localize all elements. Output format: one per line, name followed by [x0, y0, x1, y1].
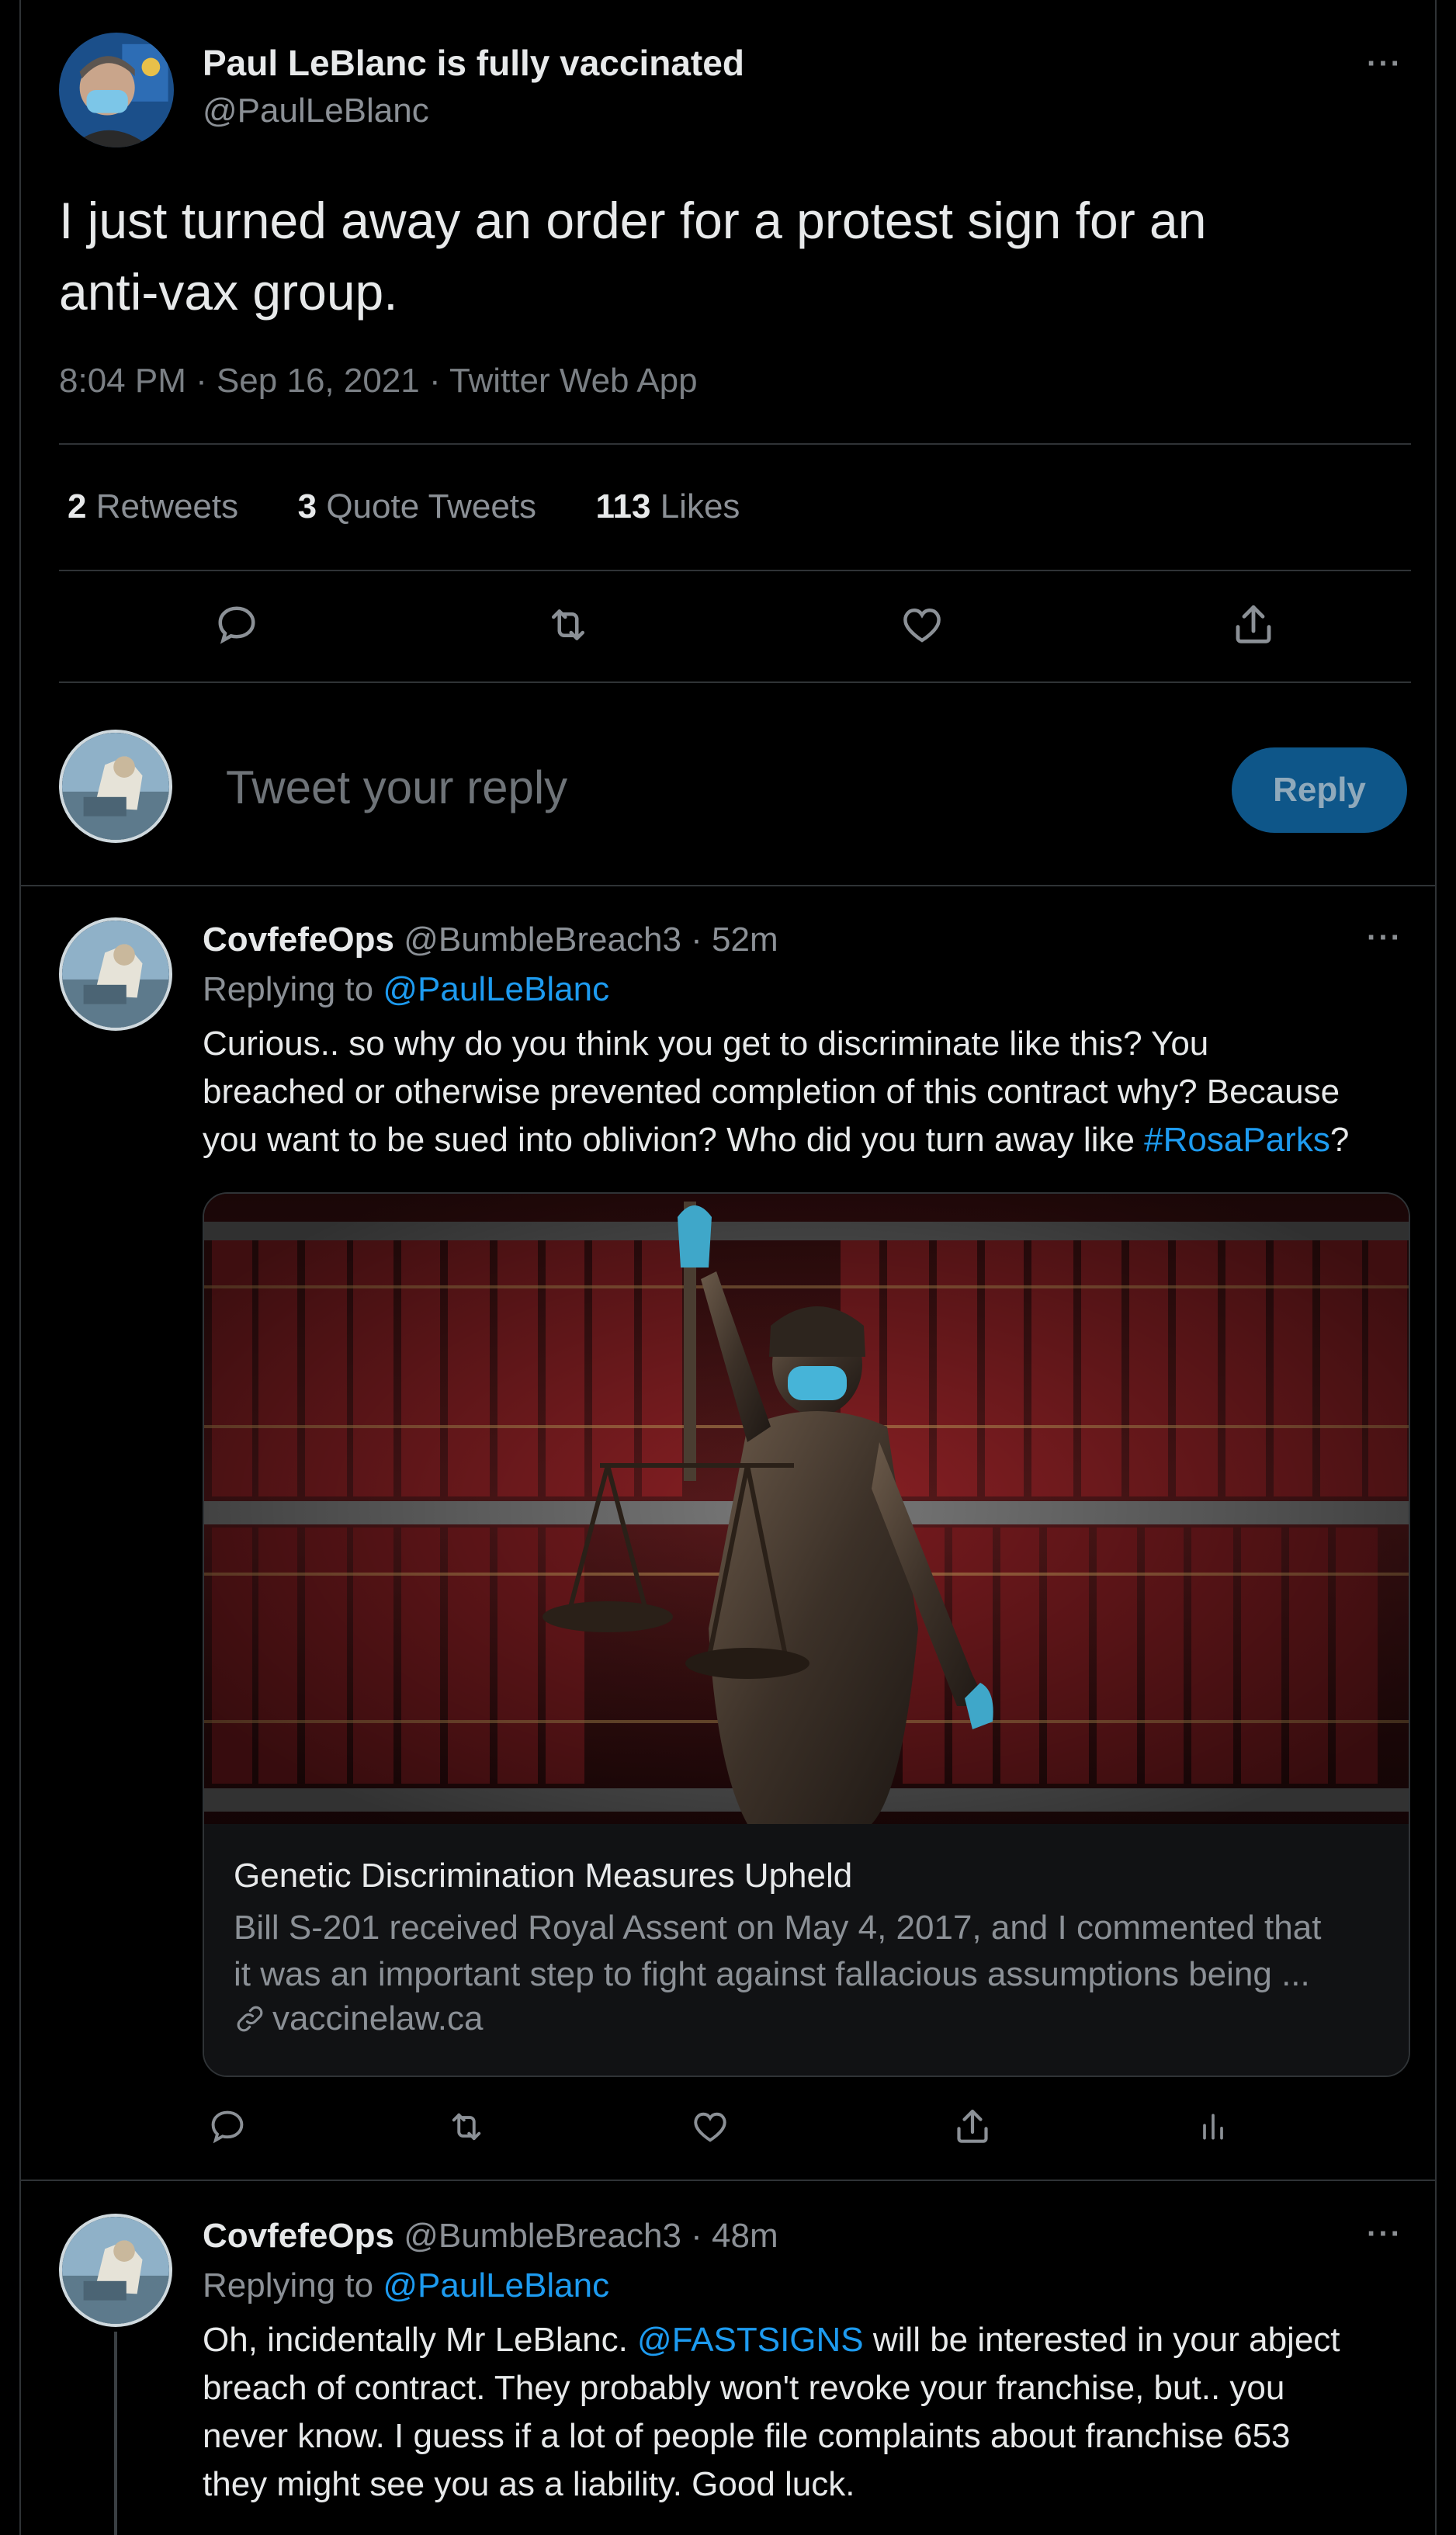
- divider: [21, 885, 1435, 886]
- mention-link[interactable]: @FASTSIGNS: [637, 2321, 864, 2359]
- author-avatar[interactable]: [59, 33, 174, 147]
- composer-avatar[interactable]: [59, 730, 172, 843]
- replying-to: Replying to @PaulLeBlanc: [203, 2266, 609, 2305]
- likes-count: 113: [595, 487, 651, 525]
- more-icon[interactable]: ···: [1367, 921, 1402, 955]
- divider: [59, 443, 1411, 445]
- retweet-icon[interactable]: [543, 602, 593, 648]
- author-display-name[interactable]: Paul LeBlanc is fully vaccinated: [203, 42, 744, 84]
- more-icon[interactable]: ···: [1367, 2217, 1402, 2252]
- conversation-column: Paul LeBlanc is fully vaccinated @PaulLe…: [19, 0, 1437, 2535]
- like-icon[interactable]: [690, 2107, 730, 2147]
- reply-header: CovfefeOps @BumbleBreach3 · 48m: [203, 2217, 778, 2256]
- card-domain: vaccinelaw.ca: [272, 1999, 484, 2037]
- quote-label: Quote Tweets: [326, 487, 537, 525]
- reply-text-line: breach of contract. They probably won't …: [203, 2369, 1285, 2407]
- engagement-stats: 2 Retweets 3 Quote Tweets 113 Likes: [68, 487, 740, 526]
- reply-text-segment: Oh, incidentally Mr LeBlanc.: [203, 2321, 638, 2359]
- mention-link[interactable]: @PaulLeBlanc: [383, 2266, 609, 2304]
- card-description-line: it was an important step to fight agains…: [234, 1955, 1310, 1993]
- replying-to-label: Replying to: [203, 970, 383, 1008]
- card-description-line: Bill S-201 received Royal Assent on May …: [234, 1909, 1322, 1947]
- mention-link[interactable]: @PaulLeBlanc: [383, 970, 609, 1008]
- reply-time[interactable]: · 52m: [691, 921, 778, 959]
- tweet-timestamp[interactable]: 8:04 PM · Sep 16, 2021 · Twitter Web App: [59, 362, 698, 401]
- retweets-count: 2: [68, 487, 87, 525]
- reply-text-line: Curious.. so why do you think you get to…: [203, 1025, 1209, 1063]
- reply-header: CovfefeOps @BumbleBreach3 · 52m: [203, 921, 778, 959]
- retweets-stat[interactable]: 2 Retweets: [68, 487, 248, 525]
- reply-input[interactable]: Tweet your reply: [226, 761, 567, 814]
- reply-text-line: never know. I guess if a lot of people f…: [203, 2417, 1291, 2455]
- card-domain-row: vaccinelaw.ca: [234, 1999, 483, 2038]
- reply-text-line: Oh, incidentally Mr LeBlanc. @FASTSIGNS …: [203, 2316, 1340, 2364]
- share-icon[interactable]: [1229, 599, 1278, 650]
- card-title: Genetic Discrimination Measures Upheld: [234, 1857, 853, 1895]
- like-icon[interactable]: [899, 602, 945, 648]
- link-card[interactable]: Genetic Discrimination Measures Upheld B…: [203, 1192, 1410, 2077]
- retweet-icon[interactable]: [445, 2107, 488, 2147]
- reply-avatar[interactable]: [59, 2214, 172, 2327]
- divider: [59, 681, 1411, 683]
- retweets-label: Retweets: [95, 487, 239, 525]
- reply-text-segment: you want to be sued into oblivion? Who d…: [203, 1121, 1145, 1159]
- reply-text-segment: will be interested in your abject: [863, 2321, 1340, 2359]
- divider: [59, 570, 1411, 571]
- reply-handle[interactable]: @BumbleBreach3: [404, 2217, 681, 2255]
- reply-text-segment: ?: [1329, 1121, 1350, 1159]
- likes-label: Likes: [660, 487, 740, 525]
- replying-to-label: Replying to: [203, 2266, 383, 2304]
- comment-icon[interactable]: [213, 602, 260, 648]
- reply-display-name[interactable]: CovfefeOps: [203, 2217, 394, 2255]
- tweet-text-line: I just turned away an order for a protes…: [59, 192, 1207, 249]
- reply-handle[interactable]: @BumbleBreach3: [404, 921, 681, 959]
- analytics-icon[interactable]: [1196, 2105, 1230, 2148]
- quote-tweets-stat[interactable]: 3 Quote Tweets: [298, 487, 546, 525]
- comment-icon[interactable]: [207, 2107, 248, 2147]
- card-image: [204, 1194, 1409, 1824]
- link-icon: [234, 2003, 266, 2035]
- card-meta: Genetic Discrimination Measures Upheld B…: [204, 1824, 1409, 2076]
- reply-text: Oh, incidentally Mr LeBlanc. @FASTSIGNS …: [203, 2316, 1340, 2509]
- card-description: Bill S-201 received Royal Assent on May …: [234, 1905, 1321, 1998]
- thread-line: [114, 2332, 117, 2535]
- reply-button[interactable]: Reply: [1232, 747, 1407, 833]
- reply-text-line: they might see you as a liability. Good …: [203, 2465, 855, 2503]
- replying-to: Replying to @PaulLeBlanc: [203, 970, 609, 1009]
- tweet-text: I just turned away an order for a protes…: [59, 185, 1206, 328]
- reply-avatar[interactable]: [59, 917, 172, 1031]
- tweet-text-line: anti-vax group.: [59, 263, 398, 321]
- share-icon[interactable]: [951, 2105, 994, 2148]
- reply-text-line: breached or otherwise prevented completi…: [203, 1073, 1340, 1111]
- divider: [21, 2180, 1435, 2181]
- likes-stat[interactable]: 113 Likes: [595, 487, 740, 525]
- reply-time[interactable]: · 48m: [691, 2217, 778, 2255]
- more-icon[interactable]: ···: [1367, 47, 1402, 81]
- author-handle[interactable]: @PaulLeBlanc: [203, 92, 429, 130]
- reply-text-line: you want to be sued into oblivion? Who d…: [203, 1116, 1349, 1164]
- reply-display-name[interactable]: CovfefeOps: [203, 921, 394, 959]
- reply-text: Curious.. so why do you think you get to…: [203, 1020, 1349, 1164]
- quote-count: 3: [297, 487, 317, 525]
- hashtag-link[interactable]: #RosaParks: [1144, 1121, 1330, 1159]
